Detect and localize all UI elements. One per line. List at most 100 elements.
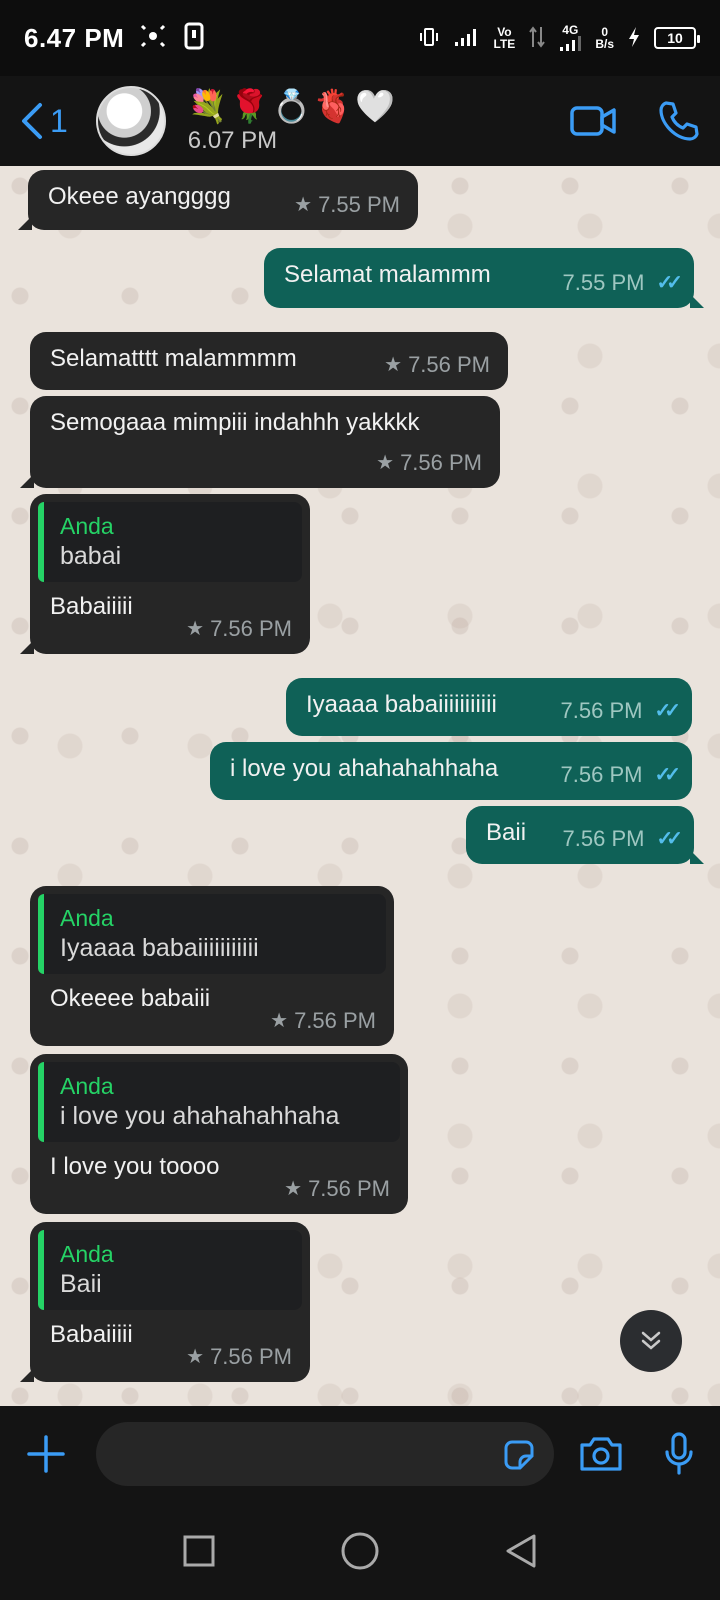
incoming-reply-message[interactable]: Anda Baii Babaiiiii ★ 7.56 PM	[20, 1222, 310, 1382]
triangle-back-icon	[506, 1534, 536, 1568]
signal-1-icon	[454, 26, 480, 51]
camera-icon	[580, 1437, 622, 1471]
message-text: Babaiiiii	[50, 593, 133, 620]
quote-author: Anda	[60, 1073, 114, 1099]
system-navigation-bar	[0, 1502, 720, 1600]
video-call-button[interactable]	[570, 104, 618, 138]
double-check-icon: ✓✓	[656, 272, 682, 294]
star-icon: ★	[376, 452, 395, 474]
status-time: 6.47 PM	[24, 22, 125, 53]
message-text: Baii	[486, 819, 527, 846]
data-arrows-icon	[529, 25, 546, 52]
message-time: 7.56 PM	[294, 1008, 376, 1033]
outgoing-message[interactable]: i love you ahahahahhaha 7.56 PM ✓✓	[210, 742, 692, 800]
sticker-button[interactable]	[502, 1438, 536, 1477]
quote-text: Iyaaaa babaiiiiiiiiiii	[60, 934, 259, 962]
message-time: 7.56 PM	[562, 826, 645, 851]
message-time: 7.56 PM	[210, 1344, 292, 1369]
message-text: i love you ahahahahhaha	[230, 755, 499, 782]
quoted-message[interactable]: Anda babai	[38, 502, 302, 582]
vibrate-icon	[418, 26, 440, 51]
star-icon: ★	[186, 618, 205, 640]
message-time: 7.56 PM	[400, 450, 482, 475]
incoming-reply-message[interactable]: Anda i love you ahahahahhaha I love you …	[30, 1054, 408, 1214]
outgoing-message[interactable]: Selamat malammm 7.55 PM ✓✓	[264, 248, 704, 308]
quote-text: i love you ahahahahhaha	[60, 1102, 340, 1130]
avatar[interactable]	[95, 86, 166, 156]
status-bar: 6.47 PM Vo LTE 4G 0 B/s 10	[0, 0, 720, 76]
quote-author: Anda	[60, 1241, 114, 1267]
incoming-message[interactable]: Semogaaa mimpiii indahhh yakkkk ★ 7.56 PM	[20, 396, 500, 488]
volte-indicator: Vo LTE	[493, 25, 516, 51]
quoted-message[interactable]: Anda Baii	[38, 1230, 302, 1310]
video-camera-icon	[570, 106, 616, 136]
voice-call-button[interactable]	[658, 100, 700, 142]
message-text: Iyaaaa babaiiiiiiiiiii	[306, 691, 497, 718]
battery-icon: 10	[654, 27, 700, 49]
message-time: 7.56 PM	[560, 698, 643, 723]
message-input[interactable]	[96, 1422, 554, 1486]
plus-icon	[27, 1435, 65, 1473]
double-check-icon: ✓✓	[654, 700, 680, 722]
message-text: Babaiiiii	[50, 1321, 133, 1348]
quoted-message[interactable]: Anda Iyaaaa babaiiiiiiiiiii	[38, 894, 386, 974]
star-icon: ★	[284, 1178, 303, 1200]
star-icon: ★	[270, 1010, 289, 1032]
chat-area[interactable]: Okeee ayangggg ★ 7.55 PM Selamat malammm …	[0, 166, 720, 1406]
hotspot-icon	[140, 23, 166, 54]
quoted-message[interactable]: Anda i love you ahahahahhaha	[38, 1062, 400, 1142]
incoming-message[interactable]: Okeee ayangggg ★ 7.55 PM	[18, 170, 418, 230]
incoming-reply-message[interactable]: Anda Iyaaaa babaiiiiiiiiiii Okeeee babai…	[30, 886, 394, 1046]
phone-status-icon	[184, 22, 204, 55]
message-text: Selamatttt malammmm	[50, 345, 297, 372]
network-speed: 0 B/s	[595, 25, 614, 51]
double-check-icon: ✓✓	[654, 764, 680, 786]
quote-author: Anda	[60, 905, 114, 931]
unread-count: 1	[50, 102, 68, 139]
message-time: 7.56 PM	[560, 762, 643, 787]
message-time: 7.56 PM	[408, 352, 490, 377]
message-time: 7.56 PM	[210, 616, 292, 641]
home-button[interactable]	[340, 1531, 380, 1571]
message-text: Semogaaa mimpiii indahhh yakkkk	[50, 409, 420, 436]
back-button[interactable]: 1	[20, 101, 68, 141]
square-icon	[183, 1535, 215, 1567]
star-icon: ★	[384, 354, 403, 376]
message-text: Okeee ayangggg	[48, 183, 231, 210]
back-nav-button[interactable]	[504, 1533, 538, 1569]
network-4g: 4G	[559, 24, 582, 52]
star-icon: ★	[186, 1346, 205, 1368]
outgoing-message[interactable]: Baii 7.56 PM ✓✓	[466, 806, 704, 864]
voice-message-button[interactable]	[664, 1432, 694, 1476]
sticker-icon	[504, 1440, 534, 1470]
message-text: Okeeee babaiii	[50, 985, 211, 1012]
charging-icon	[628, 26, 640, 51]
message-text: I love you toooo	[50, 1153, 220, 1180]
recents-button[interactable]	[182, 1534, 216, 1568]
last-seen: 6.07 PM	[187, 127, 278, 154]
contact-name: 💐🌹💍🫀🤍	[187, 88, 398, 124]
quote-text: babai	[60, 542, 122, 570]
star-icon: ★	[294, 194, 313, 216]
message-input-bar	[0, 1406, 720, 1502]
scroll-to-bottom-button[interactable]	[620, 1310, 682, 1372]
chevron-left-icon	[22, 103, 42, 139]
incoming-message[interactable]: Selamatttt malammmm ★ 7.56 PM	[30, 332, 508, 390]
message-time: 7.55 PM	[562, 270, 645, 295]
camera-button[interactable]	[578, 1435, 624, 1473]
circle-icon	[341, 1532, 379, 1570]
chat-header: 1 💐🌹💍🫀🤍 6.07 PM	[0, 76, 720, 166]
quote-author: Anda	[60, 513, 114, 539]
message-text: Selamat malammm	[284, 261, 491, 288]
double-check-icon: ✓✓	[656, 828, 682, 850]
message-time: 7.56 PM	[308, 1176, 390, 1201]
phone-icon	[659, 101, 699, 141]
quote-text: Baii	[60, 1270, 102, 1298]
microphone-icon	[665, 1432, 693, 1475]
attach-button[interactable]	[26, 1434, 66, 1474]
outgoing-message[interactable]: Iyaaaa babaiiiiiiiiiii 7.56 PM ✓✓	[286, 678, 692, 736]
contact-info[interactable]: 💐🌹💍🫀🤍 6.07 PM	[188, 87, 397, 155]
incoming-reply-message[interactable]: Anda babai Babaiiiii ★ 7.56 PM	[20, 494, 310, 654]
message-time: 7.55 PM	[318, 192, 400, 217]
double-chevron-down-icon	[641, 1331, 661, 1350]
